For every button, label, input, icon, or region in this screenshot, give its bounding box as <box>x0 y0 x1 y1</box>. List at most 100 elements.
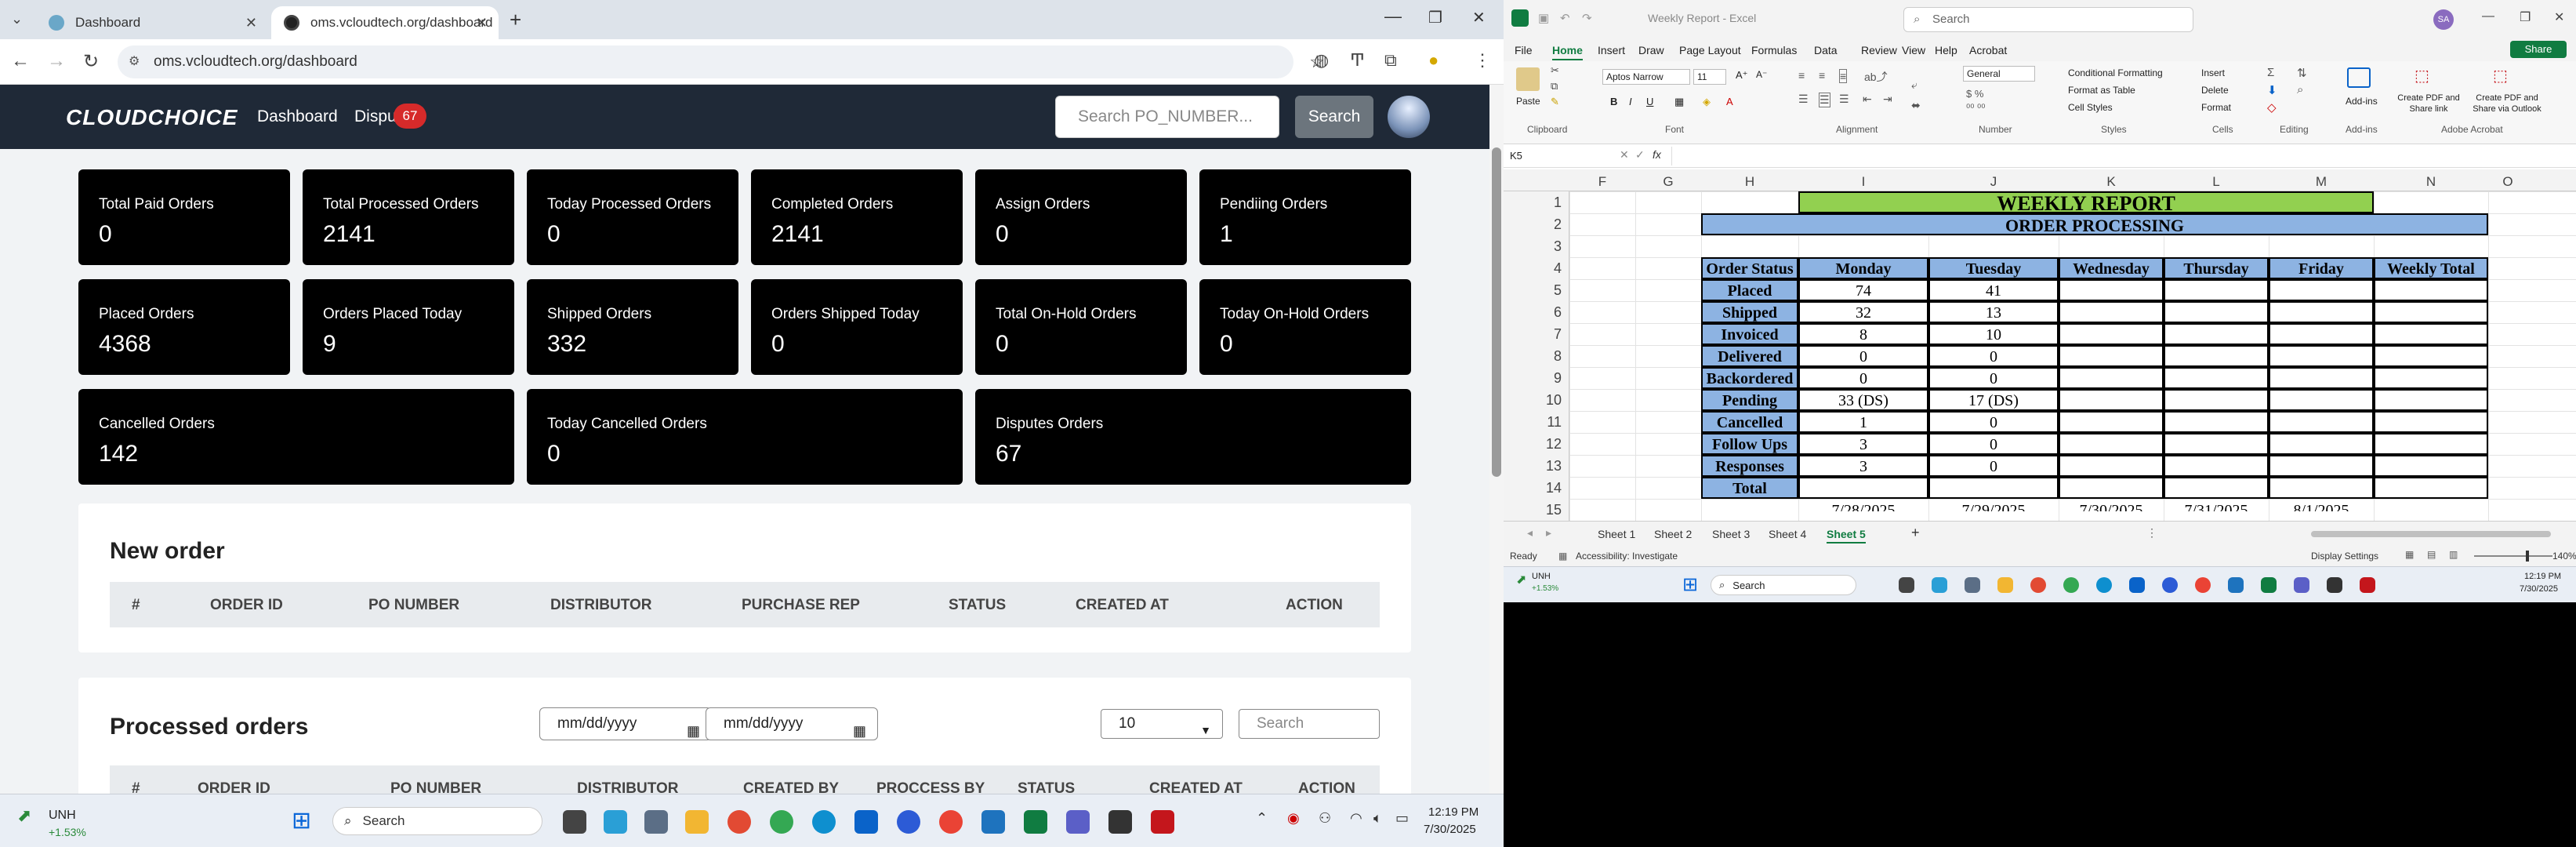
app-icon[interactable] <box>644 810 668 834</box>
function-icon[interactable]: fx <box>1653 148 1661 161</box>
excel-search-input[interactable]: ⌕ Search <box>1903 7 2193 32</box>
chrome-icon[interactable] <box>727 810 751 834</box>
wrap-text-icon[interactable]: ⤶ <box>1911 78 1917 92</box>
accounting-format-icon[interactable]: $ % <box>1966 88 1983 100</box>
orientation-icon[interactable]: ab⤴ <box>1864 69 1888 85</box>
edge-icon[interactable] <box>812 810 836 834</box>
status-label-cell[interactable]: Shipped <box>1701 301 1798 323</box>
value-cell[interactable] <box>2269 279 2374 301</box>
app-icon[interactable] <box>1932 577 1947 593</box>
fill-icon[interactable]: ⬇ <box>2267 83 2277 97</box>
wifi-icon[interactable]: ◠ <box>1350 810 1362 827</box>
autosave-icon[interactable]: ▣ <box>1538 11 1549 25</box>
stat-card[interactable]: Shipped Orders 332 <box>527 279 738 375</box>
row-header-7[interactable]: 7 <box>1504 326 1569 343</box>
task-view-icon[interactable] <box>563 810 586 834</box>
page-scrollbar[interactable] <box>1489 85 1504 794</box>
value-cell[interactable]: 8 <box>1798 323 1928 345</box>
format-painter-icon[interactable]: ✎ <box>1551 96 1559 108</box>
status-label-cell[interactable]: Pending <box>1701 389 1798 411</box>
value-cell[interactable] <box>2164 323 2269 345</box>
excel-icon[interactable] <box>1024 810 1047 834</box>
value-cell[interactable]: 10 <box>1928 323 2059 345</box>
paste-label[interactable]: Paste <box>1516 96 1540 107</box>
clock-date[interactable]: 7/30/2025 <box>2520 584 2558 594</box>
cancel-entry-icon[interactable]: ✕ <box>1620 148 1629 162</box>
date-cell[interactable]: 7/31/2025 <box>2164 499 2269 511</box>
column-header-h[interactable]: H <box>1701 174 1798 190</box>
column-header-n[interactable]: N <box>2374 174 2488 190</box>
tab-search-chevron-icon[interactable]: ⌄ <box>11 11 23 27</box>
date-to-input[interactable]: mm/dd/yyyy ▦ <box>706 707 878 740</box>
menu-data[interactable]: Data <box>1814 44 1838 56</box>
value-cell[interactable]: 33 (DS) <box>1798 389 1928 411</box>
row-header-9[interactable]: 9 <box>1504 370 1569 387</box>
display-settings[interactable]: Display Settings <box>2311 551 2378 562</box>
format-cells-button[interactable]: Format <box>2201 102 2231 113</box>
zoom-slider[interactable] <box>2474 551 2552 562</box>
value-cell[interactable] <box>2059 455 2164 477</box>
value-cell[interactable] <box>2374 367 2488 389</box>
date-cell[interactable]: 7/28/2025 <box>1798 499 1928 511</box>
align-center-icon[interactable]: ☰ <box>1819 93 1830 107</box>
add-sheet-icon[interactable]: + <box>1911 525 1920 541</box>
stat-card[interactable]: Disputes Orders 67 <box>975 389 1411 485</box>
value-cell[interactable] <box>2374 433 2488 455</box>
value-cell[interactable]: 41 <box>1928 279 2059 301</box>
row-header-2[interactable]: 2 <box>1504 216 1569 233</box>
align-right-icon[interactable]: ☰ <box>1839 93 1849 106</box>
menu-page-layout[interactable]: Page Layout <box>1679 44 1741 56</box>
value-cell[interactable] <box>2269 455 2374 477</box>
value-cell[interactable] <box>2374 455 2488 477</box>
value-cell[interactable]: 3 <box>1798 455 1928 477</box>
font-color-icon[interactable]: A <box>1726 96 1733 107</box>
row-header-5[interactable]: 5 <box>1504 282 1569 299</box>
name-box[interactable]: K5 <box>1507 147 1593 165</box>
value-cell[interactable] <box>2164 433 2269 455</box>
create-pdf-share-icon[interactable]: ⬚ <box>2415 66 2429 85</box>
more-menu-icon[interactable]: ⋮ <box>1474 50 1491 71</box>
menu-formulas[interactable]: Formulas <box>1751 44 1797 56</box>
stat-card[interactable]: Today On-Hold Orders 0 <box>1199 279 1411 375</box>
sheet-tab-1[interactable]: Sheet 1 <box>1598 528 1635 540</box>
search-button[interactable]: Search <box>1295 96 1373 138</box>
underline-icon[interactable]: U <box>1646 96 1653 107</box>
clock-date[interactable]: 7/30/2025 <box>1424 823 1476 836</box>
macro-record-icon[interactable]: ▦ <box>1558 551 1567 562</box>
value-cell[interactable] <box>2374 477 2488 499</box>
undo-icon[interactable]: ↶ <box>1560 11 1570 25</box>
menu-acrobat[interactable]: Acrobat <box>1969 44 2007 56</box>
sort-filter-icon[interactable]: ⇅ <box>2297 66 2307 80</box>
column-header-g[interactable]: G <box>1635 174 1701 190</box>
value-cell[interactable] <box>2374 323 2488 345</box>
zoom-icon[interactable] <box>897 810 920 834</box>
clock-time[interactable]: 12:19 PM <box>2524 572 2561 581</box>
teams-icon[interactable] <box>2294 577 2309 593</box>
indent-icon[interactable]: ⇤ <box>1863 93 1872 106</box>
value-cell[interactable]: 3 <box>1798 433 1928 455</box>
value-cell[interactable]: 0 <box>1798 367 1928 389</box>
create-pdf-outlook-button[interactable]: Create PDF and Share via Outlook <box>2466 93 2548 115</box>
user-avatar[interactable]: SA <box>2433 9 2454 30</box>
date-cell[interactable]: 7/29/2025 <box>1928 499 2059 511</box>
app-icon[interactable] <box>1108 810 1132 834</box>
chrome-icon[interactable] <box>939 810 963 834</box>
value-cell[interactable] <box>2269 411 2374 433</box>
value-cell[interactable] <box>2269 433 2374 455</box>
tab-dashboard[interactable]: Dashboard ✕ <box>36 6 268 39</box>
value-cell[interactable]: 0 <box>1798 345 1928 367</box>
start-windows-icon[interactable]: ⊞ <box>1682 573 1698 596</box>
sheet-tab-3[interactable]: Sheet 3 <box>1712 528 1750 540</box>
excel-icon[interactable] <box>2261 577 2277 593</box>
zoom-slider-thumb[interactable] <box>2526 551 2529 562</box>
value-cell[interactable] <box>2374 389 2488 411</box>
app-icon[interactable] <box>2327 577 2342 593</box>
column-header-k[interactable]: K <box>2059 174 2164 190</box>
decimal-icons[interactable]: ⁰⁰ ⁰⁰ <box>1966 102 1985 115</box>
nav-disputes-link[interactable]: Dispu <box>354 107 397 126</box>
clock-time[interactable]: 12:19 PM <box>1428 805 1478 819</box>
menu-review[interactable]: Review <box>1861 44 1897 56</box>
value-cell[interactable] <box>2059 301 2164 323</box>
value-cell[interactable]: 13 <box>1928 301 2059 323</box>
menu-view[interactable]: View <box>1902 44 1925 56</box>
